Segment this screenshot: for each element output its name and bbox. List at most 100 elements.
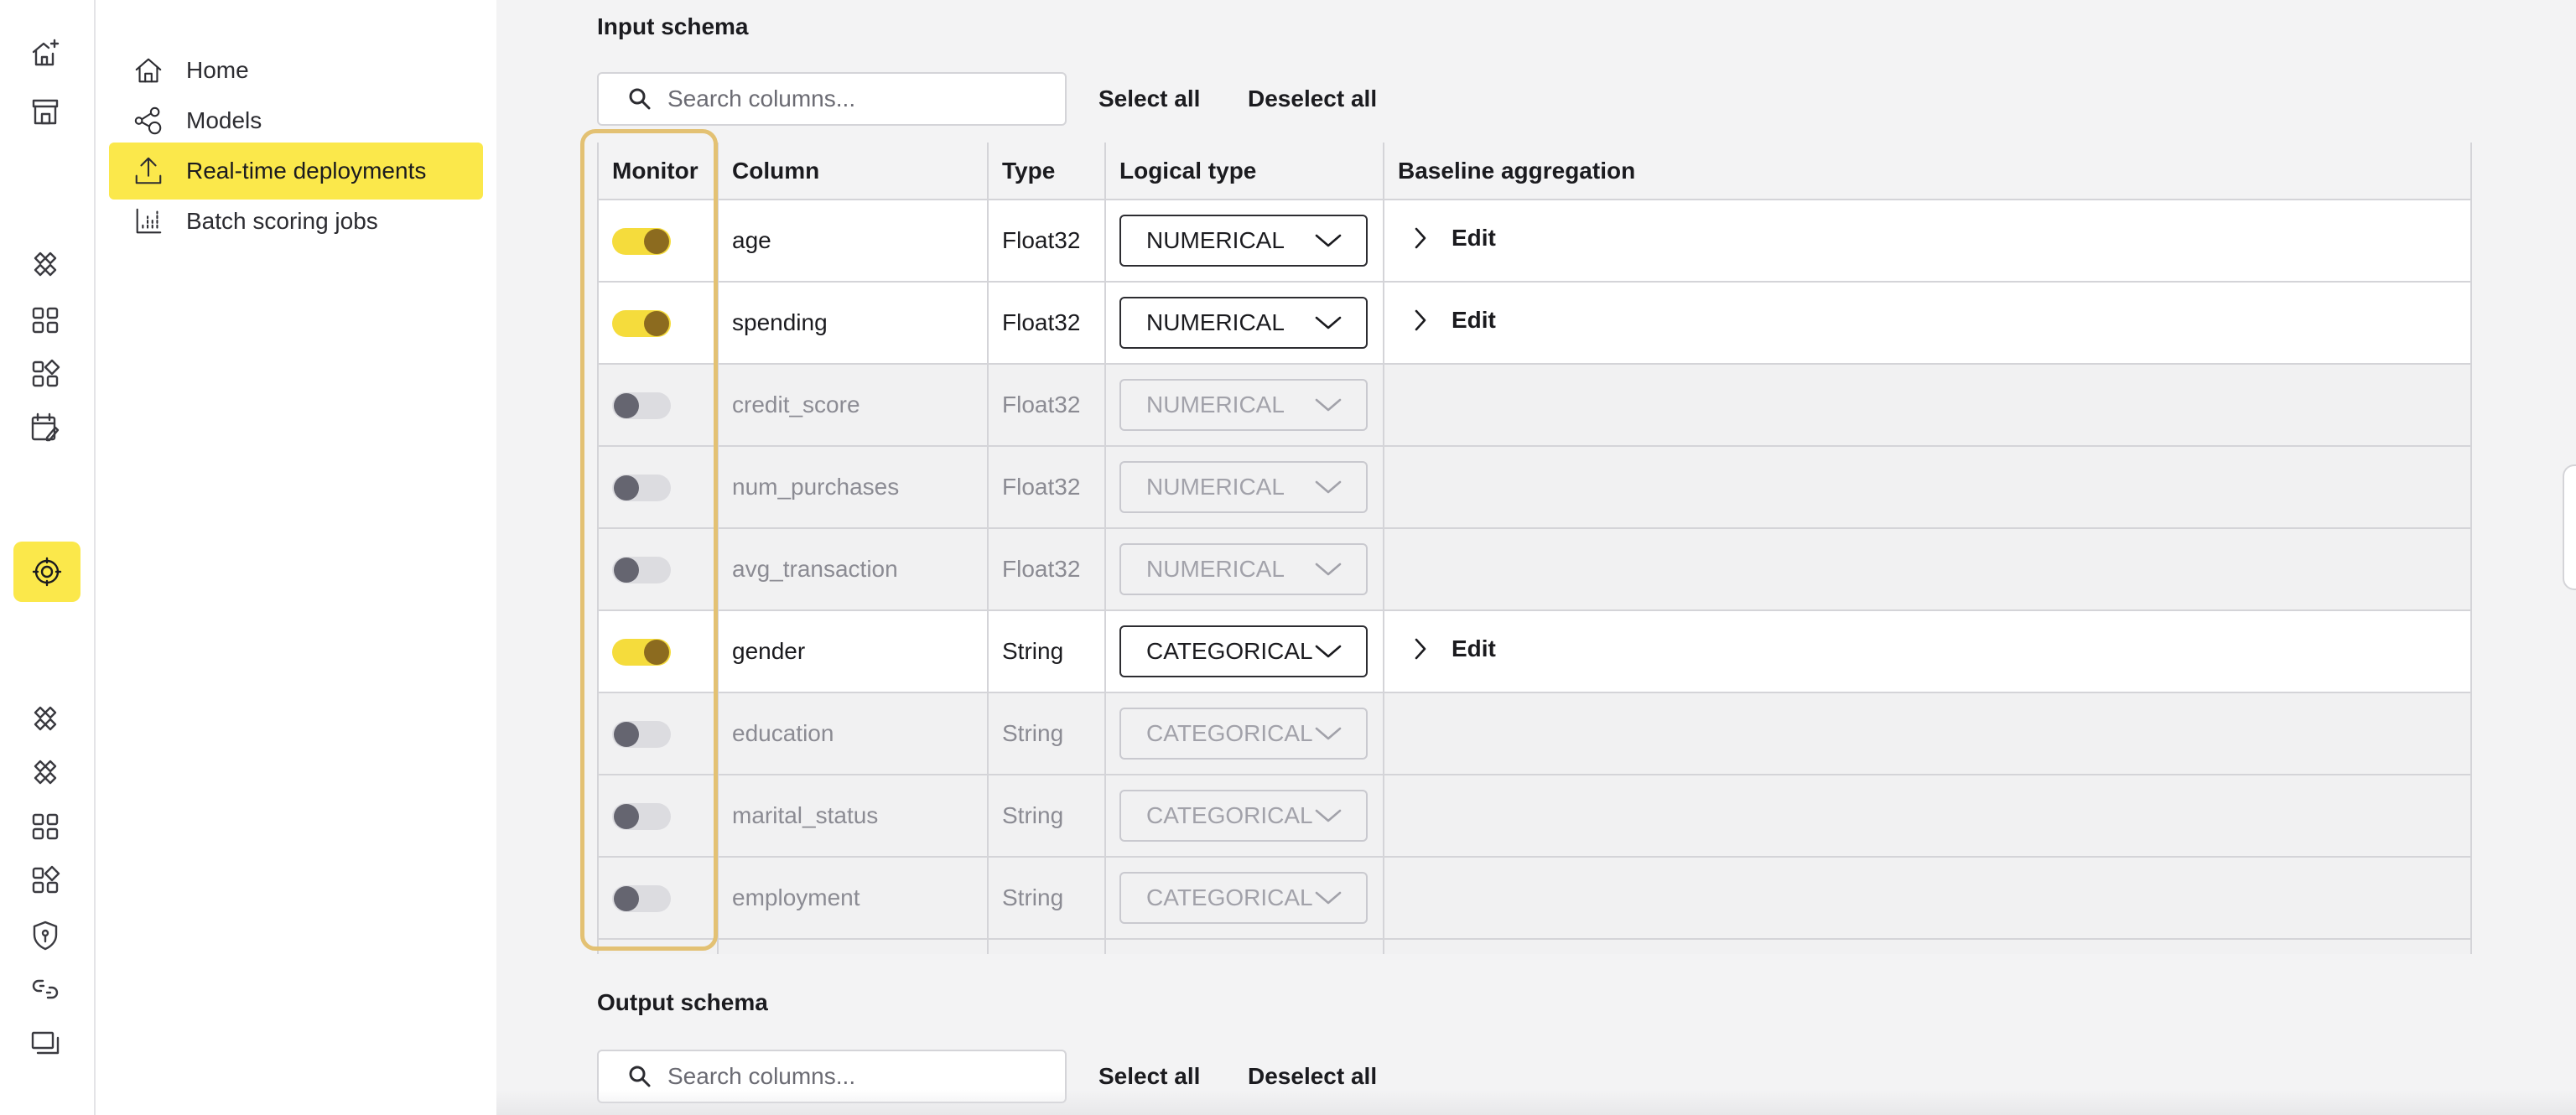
logical-type-select[interactable]: NUMERICAL: [1119, 297, 1368, 349]
input-schema-search[interactable]: [597, 72, 1067, 126]
widgets-icon[interactable]: [20, 349, 70, 399]
toggle-knob: [614, 557, 639, 583]
logical-type-select[interactable]: NUMERICAL: [1119, 215, 1368, 267]
logical-type-value: CATEGORICAL: [1146, 638, 1313, 664]
search-icon: [629, 1066, 651, 1087]
toggle-knob: [614, 721, 639, 747]
nav-item-models[interactable]: Models: [109, 92, 483, 149]
monitor-toggle[interactable]: [612, 884, 671, 912]
chevron-down-icon: [1315, 480, 1342, 494]
chevron-right-icon: [1415, 309, 1426, 331]
monitor-toggle[interactable]: [612, 392, 671, 419]
monitor-toggle[interactable]: [612, 720, 671, 748]
input-schema-table-container[interactable]: Monitor Column Type Logical type Baselin…: [597, 143, 2472, 954]
monitor-cell: [599, 364, 719, 447]
input-schema-search-input[interactable]: [667, 86, 1036, 112]
chevron-down-icon: [1315, 398, 1342, 412]
monitor-cell: [599, 446, 719, 529]
widgets-icon[interactable]: [20, 855, 70, 905]
search-icon: [629, 88, 651, 110]
input-deselect-all-button[interactable]: Deselect all: [1248, 86, 1377, 112]
edit-label: Edit: [1452, 635, 1496, 661]
store-icon[interactable]: [20, 87, 70, 137]
header-type: Type: [988, 143, 1106, 200]
monitor-toggle[interactable]: [612, 638, 671, 666]
column-name-cell: num_purchases: [718, 446, 989, 529]
toggle-knob: [614, 885, 639, 911]
deployments-icon[interactable]: [13, 542, 80, 602]
column-name-cell: spending: [718, 282, 989, 365]
monitor-toggle[interactable]: [612, 802, 671, 830]
models-icon: [134, 106, 162, 135]
nav-item-home[interactable]: Home: [109, 42, 483, 99]
table-row: gender String CATEGORICAL Edit: [599, 610, 2470, 693]
edit-label: Edit: [1452, 307, 1496, 333]
output-schema-search-input[interactable]: [667, 1063, 1036, 1090]
baseline-aggregation-cell: [1384, 364, 2470, 447]
link-icon[interactable]: [20, 964, 70, 1014]
output-select-all-button[interactable]: Select all: [1098, 1063, 1200, 1090]
network-icon[interactable]: [20, 694, 70, 744]
logical-type-value: CATEGORICAL: [1146, 720, 1313, 746]
nav-item-real-time-deployments[interactable]: Real-time deployments: [109, 143, 483, 200]
logical-type-value: CATEGORICAL: [1146, 802, 1313, 828]
monitor-toggle[interactable]: [612, 227, 671, 255]
logical-type-select: NUMERICAL: [1119, 461, 1368, 513]
monitor-toggle[interactable]: [612, 556, 671, 583]
output-deselect-all-button[interactable]: Deselect all: [1248, 1063, 1377, 1090]
header-logical-type: Logical type: [1105, 143, 1384, 200]
edit-aggregation-button[interactable]: Edit: [1413, 225, 1496, 252]
column-name-cell: age: [718, 200, 989, 283]
grid-icon[interactable]: [20, 295, 70, 345]
input-select-all-button[interactable]: Select all: [1098, 86, 1200, 112]
sidebar-nav: Home Models Real-time deployments Batch …: [96, 0, 496, 1115]
table-row: age Float32 NUMERICAL Edit: [599, 200, 2470, 283]
logical-type-select[interactable]: CATEGORICAL: [1119, 625, 1368, 677]
monitor-cell: [599, 610, 719, 693]
edit-aggregation-button[interactable]: Edit: [1413, 307, 1496, 334]
edit-label: Edit: [1452, 225, 1496, 251]
baseline-aggregation-cell: Edit: [1384, 200, 2470, 283]
monitor-toggle[interactable]: [612, 309, 671, 337]
column-name-cell: gender: [718, 610, 989, 693]
monitor-cell: [599, 528, 719, 611]
nav-item-label: Real-time deployments: [186, 158, 427, 184]
baseline-aggregation-cell: Edit: [1384, 610, 2470, 693]
network-icon[interactable]: [20, 748, 70, 798]
baseline-aggregation-cell: [1384, 446, 2470, 529]
chevron-down-icon: [1315, 727, 1342, 740]
home-sparkle-icon[interactable]: [20, 29, 70, 79]
grid-icon[interactable]: [20, 801, 70, 852]
monitor-toggle[interactable]: [612, 474, 671, 501]
edit-aggregation-button[interactable]: Edit: [1413, 635, 1496, 662]
column-name-cell: marital_status: [718, 775, 989, 858]
table-row: avg_transaction Float32 NUMERICAL: [599, 528, 2470, 611]
windows-icon[interactable]: [20, 1018, 70, 1068]
input-schema-table: Monitor Column Type Logical type Baselin…: [599, 143, 2470, 954]
logical-type-value: CATEGORICAL: [1146, 884, 1313, 910]
table-row: education String CATEGORICAL: [599, 692, 2470, 775]
header-monitor: Monitor: [599, 143, 719, 200]
logical-type-select: CATEGORICAL: [1119, 790, 1368, 842]
toggle-knob: [644, 639, 669, 665]
side-panel-tab[interactable]: [2563, 464, 2576, 590]
type-cell: String: [988, 610, 1106, 693]
type-cell: Float32: [988, 446, 1106, 529]
toggle-knob: [614, 392, 639, 418]
nav-item-label: Batch scoring jobs: [186, 208, 378, 234]
type-cell: String: [988, 692, 1106, 775]
column-name-cell: credit_score: [718, 364, 989, 447]
type-cell: Float32: [988, 282, 1106, 365]
type-cell: Float32: [988, 528, 1106, 611]
calendar-edit-icon[interactable]: [20, 402, 70, 453]
logical-type-select: CATEGORICAL: [1119, 708, 1368, 760]
chevron-right-icon: [1415, 227, 1426, 249]
network-icon[interactable]: [20, 240, 70, 290]
shield-icon[interactable]: [20, 910, 70, 961]
bottom-shadow: [496, 1090, 2576, 1115]
chevron-down-icon: [1315, 809, 1342, 822]
nav-item-batch-scoring-jobs[interactable]: Batch scoring jobs: [109, 193, 483, 250]
table-header-row: Monitor Column Type Logical type Baselin…: [599, 143, 2470, 200]
main-content: Input schema Select all Deselect all Mon…: [496, 0, 2576, 1115]
toggle-knob: [644, 228, 669, 254]
